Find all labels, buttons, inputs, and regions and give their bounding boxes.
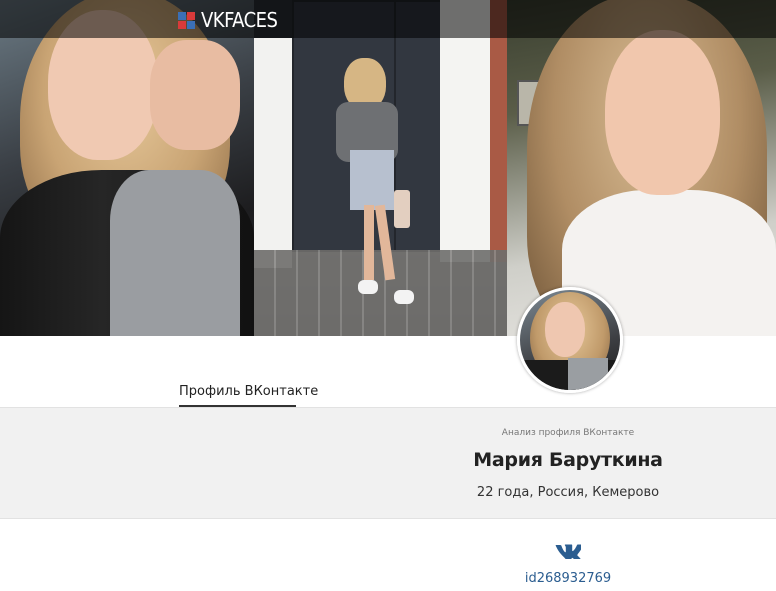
analysis-caption: Анализ профиля ВКонтакте: [501, 428, 635, 438]
logo-text: VKFACES: [201, 8, 278, 32]
photo-strip: [0, 0, 776, 336]
site-logo[interactable]: VKFACES: [178, 8, 278, 32]
tab-vk-profile[interactable]: Профиль ВКонтакте: [179, 384, 318, 399]
profile-name: Мария Баруткина: [473, 449, 663, 471]
profile-photo-2[interactable]: [254, 0, 507, 336]
profile-photo-1[interactable]: [0, 0, 254, 336]
logo-squares-icon: [178, 11, 195, 29]
profile-photo-3[interactable]: [507, 0, 776, 336]
vk-id-link[interactable]: id268932769: [478, 571, 658, 586]
profile-meta: 22 года, Россия, Кемерово: [476, 485, 660, 500]
avatar[interactable]: [517, 287, 623, 393]
header-bar: VKFACES: [0, 0, 776, 38]
vk-logo-icon[interactable]: [555, 543, 581, 559]
